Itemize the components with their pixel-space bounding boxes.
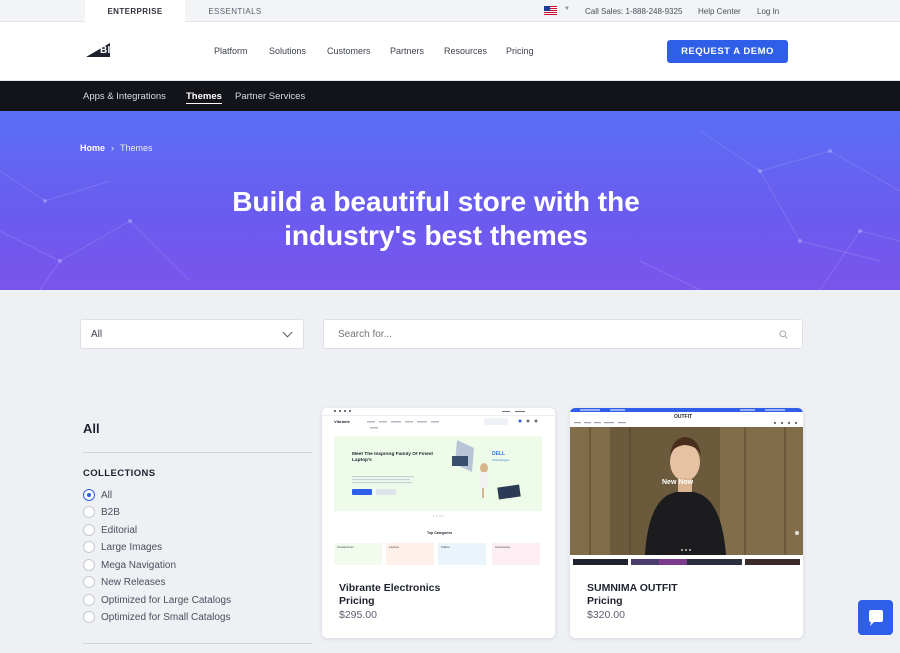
nav-resources[interactable]: Resources xyxy=(444,46,487,56)
filter-option-label: Optimized for Small Catalogs xyxy=(101,611,231,623)
preview-category: Laptops xyxy=(389,545,400,549)
radio[interactable] xyxy=(83,576,95,588)
radio[interactable] xyxy=(83,594,95,606)
page-title: Build a beautiful store with the industr… xyxy=(150,185,722,253)
radio[interactable] xyxy=(83,506,95,518)
page-title-line-2: industry's best themes xyxy=(284,220,588,251)
preview-partner-sub: Technologies xyxy=(492,458,510,462)
nav-customers[interactable]: Customers xyxy=(327,46,371,56)
radio[interactable] xyxy=(83,524,95,536)
radio[interactable] xyxy=(83,541,95,553)
filter-option-label: Mega Navigation xyxy=(101,559,177,571)
chat-button[interactable] xyxy=(858,600,893,635)
preview-category: Accessories xyxy=(495,545,511,549)
logo-text: BIGCOMMERCE xyxy=(100,44,181,56)
theme-card[interactable]: OUTFIT New Now SUMNIMA OUTFIT Pricing $3… xyxy=(570,408,803,638)
filter-option-all[interactable]: All xyxy=(83,488,112,502)
collection-select-value: All xyxy=(91,328,103,340)
preview-category: Tablets xyxy=(441,545,450,549)
call-sales[interactable]: Call Sales: 1-888-248-9325 xyxy=(585,0,682,22)
subnav-themes[interactable]: Themes xyxy=(186,91,222,104)
subnav-partner-services[interactable]: Partner Services xyxy=(235,91,305,102)
login-link[interactable]: Log In xyxy=(757,0,779,22)
help-center-link[interactable]: Help Center xyxy=(698,0,741,22)
chevron-down-icon xyxy=(282,327,293,338)
filter-option-label: Optimized for Large Catalogs xyxy=(101,594,232,606)
theme-preview-sumnima[interactable]: OUTFIT New Now xyxy=(570,408,803,565)
nav-solutions[interactable]: Solutions xyxy=(269,46,306,56)
theme-preview-vibrante[interactable]: Vibrante Meet The Inspiring Family Of Fi… xyxy=(322,408,555,565)
radio[interactable] xyxy=(83,611,95,623)
filter-option-large-images[interactable]: Large Images xyxy=(83,540,162,554)
pricing-label: Pricing xyxy=(339,595,375,607)
theme-card[interactable]: Vibrante Meet The Inspiring Family Of Fi… xyxy=(322,408,555,638)
preview-headline: Meet The Inspiring Family Of Finest Lapt… xyxy=(352,452,434,463)
tab-essentials[interactable]: ESSENTIALS xyxy=(185,0,285,22)
preview-brand: OUTFIT xyxy=(674,414,692,420)
subnav-apps-integrations[interactable]: Apps & Integrations xyxy=(83,91,166,102)
preview-partner: DELL xyxy=(492,451,505,457)
us-flag-icon[interactable] xyxy=(544,6,557,15)
search-input[interactable] xyxy=(338,328,738,340)
sidebar-title: All xyxy=(83,421,100,436)
theme-name[interactable]: Vibrante Electronics xyxy=(339,582,440,594)
request-demo-button[interactable]: REQUEST A DEMO xyxy=(667,40,788,63)
pricing-label: Pricing xyxy=(587,595,623,607)
utility-bar: ENTERPRISE ESSENTIALS ▼ Call Sales: 1-88… xyxy=(0,0,900,22)
breadcrumb-current: Themes xyxy=(120,143,153,153)
breadcrumb-separator: › xyxy=(111,143,115,153)
chat-bubble-icon xyxy=(868,609,883,626)
chevron-down-icon[interactable]: ▼ xyxy=(564,6,570,12)
collections-heading: COLLECTIONS xyxy=(83,468,156,479)
filter-option-editorial[interactable]: Editorial xyxy=(83,523,137,537)
preview-brand: Vibrante xyxy=(334,419,351,424)
filter-option-b2b[interactable]: B2B xyxy=(83,505,120,519)
page-title-line-1: Build a beautiful store with the xyxy=(232,186,640,217)
hero-banner: Home › Themes Build a beautiful store wi… xyxy=(0,111,900,290)
theme-price: $295.00 xyxy=(339,609,377,621)
theme-preview-image: Vibrante Meet The Inspiring Family Of Fi… xyxy=(322,408,555,565)
sidebar-divider xyxy=(83,643,312,644)
main-header: BIGCOMMERCE Platform Solutions Customers… xyxy=(0,22,900,81)
filter-option-label: All xyxy=(101,489,113,501)
filter-option-label: B2B xyxy=(101,506,120,518)
theme-preview-image: OUTFIT New Now xyxy=(570,408,803,565)
filter-option-label: Editorial xyxy=(101,524,138,536)
filter-option-new-releases[interactable]: New Releases xyxy=(83,575,165,589)
theme-search[interactable] xyxy=(323,319,803,349)
sidebar-divider xyxy=(83,452,312,453)
theme-name[interactable]: SUMNIMA OUTFIT xyxy=(587,582,678,594)
filter-option-mega-navigation[interactable]: Mega Navigation xyxy=(83,558,176,572)
filter-option-label: Large Images xyxy=(101,541,163,553)
tab-enterprise[interactable]: ENTERPRISE xyxy=(85,0,185,22)
preview-category: Smartphones xyxy=(337,545,354,549)
preview-hero-text: New Now xyxy=(662,479,694,486)
filter-option-small-catalogs[interactable]: Optimized for Small Catalogs xyxy=(83,610,231,624)
radio-selected[interactable] xyxy=(83,489,95,501)
breadcrumb-home[interactable]: Home xyxy=(80,143,105,153)
filter-option-label: New Releases xyxy=(101,576,166,588)
theme-price: $320.00 xyxy=(587,609,625,621)
bigcommerce-logo[interactable]: BIGCOMMERCE xyxy=(86,40,181,60)
sub-navigation: Apps & Integrations Themes Partner Servi… xyxy=(0,81,900,111)
preview-section-title: Top Categories xyxy=(427,531,452,535)
search-icon[interactable] xyxy=(779,330,788,339)
collection-select[interactable]: All xyxy=(80,319,304,349)
radio[interactable] xyxy=(83,559,95,571)
nav-pricing[interactable]: Pricing xyxy=(506,46,534,56)
filter-option-large-catalogs[interactable]: Optimized for Large Catalogs xyxy=(83,593,231,607)
nav-partners[interactable]: Partners xyxy=(390,46,424,56)
breadcrumb: Home › Themes xyxy=(80,143,153,153)
nav-platform[interactable]: Platform xyxy=(214,46,248,56)
